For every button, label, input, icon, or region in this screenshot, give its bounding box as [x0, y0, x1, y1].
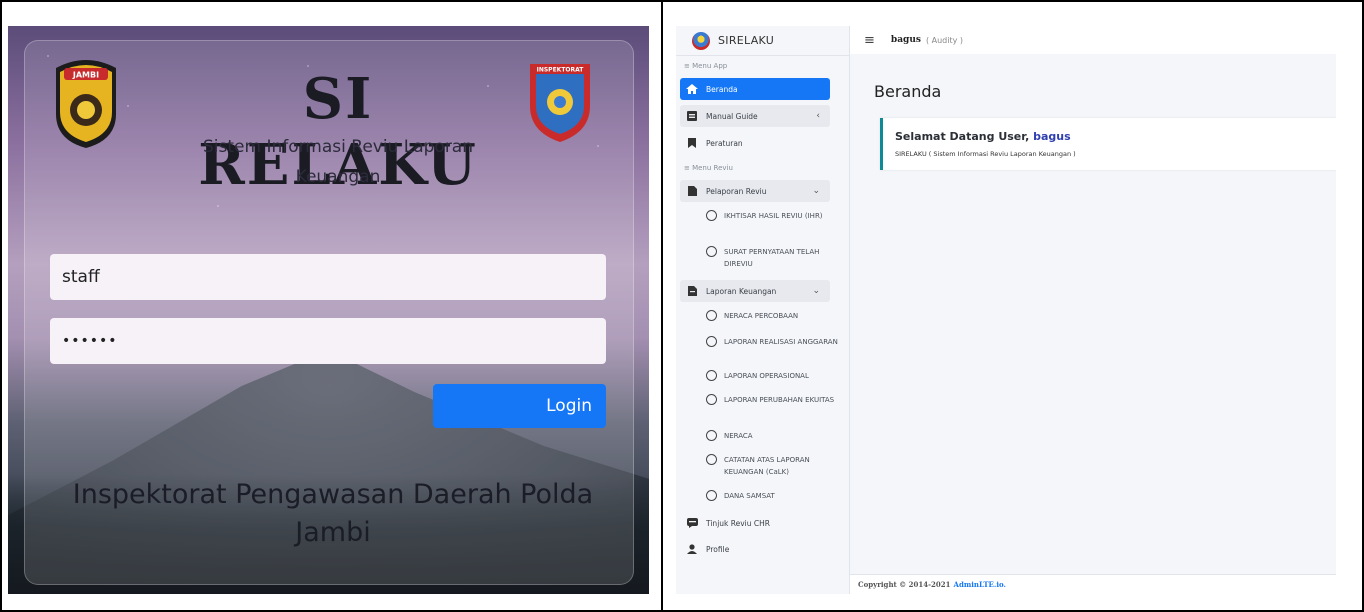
subnav-label: LAPORAN PERUBAHAN EKUITAS: [724, 396, 835, 404]
file-icon: [686, 186, 698, 196]
inspektorat-badge-logo: INSPEKTORAT: [530, 64, 590, 142]
circle-icon: [706, 430, 717, 441]
user-icon: [686, 544, 698, 554]
subnav-laporan-perubahan-ekuitas[interactable]: LAPORAN PERUBAHAN EKUITAS: [706, 394, 841, 406]
circle-icon: [706, 246, 717, 257]
welcome-heading: Selamat Datang User, bagus: [895, 130, 1071, 143]
chevron-down-icon: ⌄: [812, 186, 820, 196]
organization-footer: Inspektorat Pengawasan Daerah Polda Jamb…: [72, 479, 594, 548]
subnav-surat-pernyataan[interactable]: SURAT PERNYATAAN TELAH DIREVIU: [706, 246, 841, 270]
bookmark-icon: [686, 138, 698, 148]
adminlte-link[interactable]: AdminLTE.io.: [954, 580, 1006, 589]
file-invoice-icon: [686, 286, 698, 296]
chevron-left-icon: ‹: [816, 111, 820, 121]
sidebar-item-label: Beranda: [706, 84, 738, 94]
svg-text:INSPEKTORAT: INSPEKTORAT: [537, 67, 585, 74]
sidebar-item-label: Profile: [706, 544, 730, 554]
welcome-subtitle: SIRELAKU ( Sistem Informasi Reviu Lapora…: [895, 150, 1076, 158]
copyright-text: Copyright © 2014-2021: [858, 580, 951, 589]
subnav-label: SURAT PERNYATAAN TELAH DIREVIU: [724, 248, 820, 268]
circle-icon: [706, 210, 717, 221]
circle-icon: [706, 394, 717, 405]
subnav-label: DANA SAMSAT: [724, 492, 775, 500]
chevron-down-icon: ⌄: [812, 286, 820, 296]
current-username: bagus: [890, 35, 921, 45]
password-input[interactable]: [50, 318, 606, 364]
circle-icon: [706, 454, 717, 465]
page-footer: Copyright © 2014-2021 AdminLTE.io.: [850, 574, 1336, 594]
svg-text:JAMBI: JAMBI: [72, 71, 99, 80]
subnav-label: NERACA PERCOBAAN: [724, 312, 799, 320]
app-subtitle: Sistem Informasi Reviu Laporan Keuangan: [202, 137, 474, 187]
sidebar: SIRELAKU ≡ Menu App Beranda Manual Guide…: [676, 26, 850, 594]
circle-icon: [706, 490, 717, 501]
subnav-dana-samsat[interactable]: DANA SAMSAT: [706, 490, 841, 502]
dashboard-panel: SIRELAKU ≡ Menu App Beranda Manual Guide…: [676, 26, 1336, 594]
sidebar-item-label: Laporan Keuangan: [706, 286, 777, 296]
subnav-neraca[interactable]: NERACA: [706, 430, 841, 442]
subnav-label: NERACA: [724, 432, 753, 440]
sidebar-item-label: Tinjuk Reviu CHR: [706, 518, 770, 528]
page-title: Beranda: [874, 82, 942, 101]
login-button[interactable]: Login: [433, 384, 606, 428]
current-user-role: ( Audity ): [925, 35, 963, 45]
brand-logo-icon: [692, 31, 710, 50]
chat-icon: [686, 518, 698, 528]
login-panel: JAMBI INSPEKTORAT SI RELAKU Sistem Infor…: [8, 26, 649, 594]
home-icon: [686, 84, 698, 94]
circle-icon: [706, 370, 717, 381]
subnav-laporan-operasional[interactable]: LAPORAN OPERASIONAL: [706, 370, 841, 382]
book-icon: [686, 111, 698, 121]
welcome-callout: Selamat Datang User, bagus SIRELAKU ( Si…: [880, 118, 1336, 170]
subnav-neraca-percobaan[interactable]: NERACA PERCOBAAN: [706, 310, 841, 322]
brand-link[interactable]: SIRELAKU: [676, 26, 850, 56]
subnav-laporan-realisasi-anggaran[interactable]: LAPORAN REALISASI ANGGARAN: [706, 336, 841, 348]
brand-name: SIRELAKU: [718, 34, 775, 47]
menu-app-header: ≡ Menu App: [684, 62, 728, 70]
panel-divider: [661, 0, 663, 612]
username-input[interactable]: [50, 254, 606, 300]
sidebar-item-manual-guide[interactable]: Manual Guide ‹: [680, 105, 830, 127]
police-badge-logo: JAMBI: [56, 60, 116, 148]
top-navbar: ≡ bagus ( Audity ): [850, 26, 1336, 54]
sidebar-item-tinjuk-reviu-chr[interactable]: Tinjuk Reviu CHR: [680, 512, 830, 534]
subnav-label: CATATAN ATAS LAPORAN KEUANGAN (CaLK): [724, 456, 810, 476]
sidebar-item-profile[interactable]: Profile: [680, 538, 830, 560]
sidebar-item-label: Manual Guide: [706, 111, 758, 121]
sidebar-item-peraturan[interactable]: Peraturan: [680, 132, 830, 154]
subnav-calk[interactable]: CATATAN ATAS LAPORAN KEUANGAN (CaLK): [706, 454, 841, 478]
subnav-label: LAPORAN REALISASI ANGGARAN: [724, 338, 838, 346]
subnav-label: LAPORAN OPERASIONAL: [724, 372, 809, 380]
subnav-label: IKHTISAR HASIL REVIU (IHR): [724, 212, 823, 220]
hamburger-menu-icon[interactable]: ≡: [864, 33, 875, 48]
circle-icon: [706, 310, 717, 321]
subnav-ihr[interactable]: IKHTISAR HASIL REVIU (IHR): [706, 210, 841, 222]
sidebar-item-pelaporan-reviu[interactable]: Pelaporan Reviu ⌄: [680, 180, 830, 202]
sidebar-item-laporan-keuangan[interactable]: Laporan Keuangan ⌄: [680, 280, 830, 302]
sidebar-item-label: Pelaporan Reviu: [706, 186, 767, 196]
welcome-prefix: Selamat Datang User,: [895, 130, 1030, 143]
circle-icon: [706, 336, 717, 347]
sidebar-item-beranda[interactable]: Beranda: [680, 78, 830, 100]
welcome-username: bagus: [1033, 130, 1071, 143]
sidebar-item-label: Peraturan: [706, 138, 743, 148]
menu-reviu-header: ≡ Menu Reviu: [684, 164, 733, 172]
